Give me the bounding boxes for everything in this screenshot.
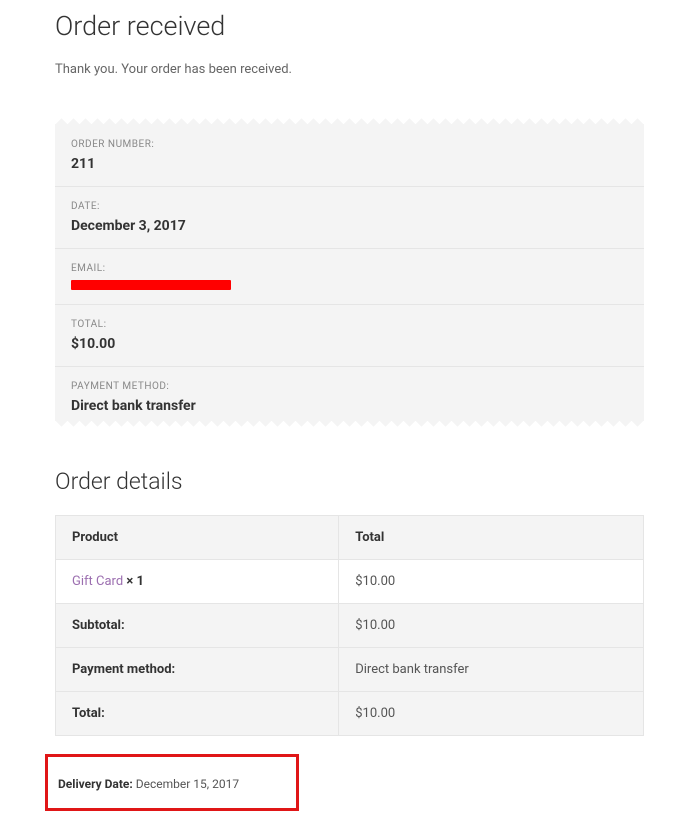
order-details-table: Product Total Gift Card × 1 $10.00 Subto… [55,515,644,736]
overview-email: EMAIL: [55,249,644,305]
product-cell: Gift Card × 1 [56,560,339,604]
total-row-value: $10.00 [339,692,644,736]
total-value: $10.00 [71,336,628,352]
column-total: Total [339,516,644,560]
date-label: DATE: [71,201,628,212]
payment-method-label: PAYMENT METHOD: [71,381,628,392]
payment-method-row-value: Direct bank transfer [339,648,644,692]
email-label: EMAIL: [71,263,628,274]
thank-you-message: Thank you. Your order has been received. [55,62,644,77]
order-details-title: Order details [55,468,644,495]
delivery-date-value: December 15, 2017 [133,777,239,791]
table-row: Gift Card × 1 $10.00 [56,560,644,604]
payment-method-row-label: Payment method: [56,648,339,692]
total-row-label: Total: [56,692,339,736]
overview-payment-method: PAYMENT METHOD: Direct bank transfer [55,367,644,428]
overview-date: DATE: December 3, 2017 [55,187,644,249]
total-row: Total: $10.00 [56,692,644,736]
product-qty: × 1 [126,574,144,589]
overview-order-number: ORDER NUMBER: 211 [55,117,644,187]
total-label: TOTAL: [71,319,628,330]
email-redacted [71,280,231,290]
payment-method-row: Payment method: Direct bank transfer [56,648,644,692]
overview-total: TOTAL: $10.00 [55,305,644,367]
subtotal-row: Subtotal: $10.00 [56,604,644,648]
delivery-date-box: Delivery Date: December 15, 2017 [45,754,299,811]
delivery-date-label: Delivery Date: [58,777,133,791]
column-product: Product [56,516,339,560]
product-link[interactable]: Gift Card [72,574,123,589]
order-number-label: ORDER NUMBER: [71,139,628,150]
page-title: Order received [55,10,644,42]
date-value: December 3, 2017 [71,218,628,234]
payment-method-value: Direct bank transfer [71,398,628,414]
subtotal-label: Subtotal: [56,604,339,648]
subtotal-value: $10.00 [339,604,644,648]
order-number-value: 211 [71,156,628,172]
order-overview-box: ORDER NUMBER: 211 DATE: December 3, 2017… [55,117,644,428]
product-total-cell: $10.00 [339,560,644,604]
table-header-row: Product Total [56,516,644,560]
